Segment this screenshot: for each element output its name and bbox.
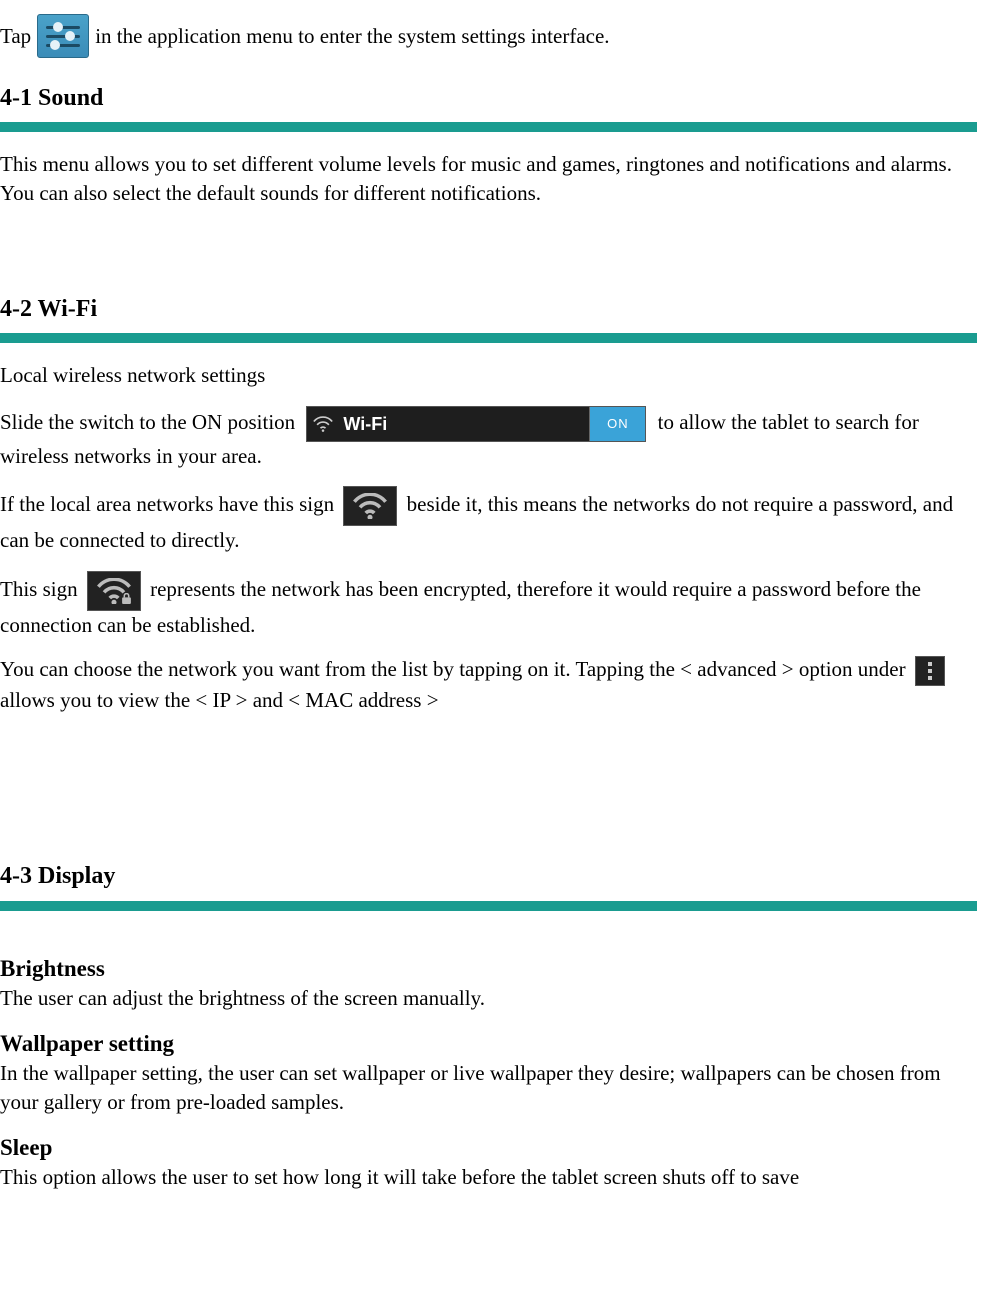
sleep-heading: Sleep (0, 1132, 983, 1163)
lock-icon (121, 593, 132, 604)
wifi-switch-paragraph: Slide the switch to the ON position Wi-F… (0, 406, 983, 470)
divider (0, 901, 977, 911)
wifi-lock-paragraph: This sign represents the network has bee… (0, 571, 983, 639)
wifi-line3-pre: If the local area networks have this sig… (0, 492, 334, 516)
display-heading: 4-3 Display (0, 860, 983, 892)
brightness-body: The user can adjust the brightness of th… (0, 984, 983, 1012)
wifi-line4-pre: This sign (0, 576, 78, 600)
wifi-toggle-state[interactable]: ON (589, 407, 645, 441)
wifi-icon (307, 416, 339, 432)
wifi-locked-icon (87, 571, 141, 611)
wifi-line5-pre: You can choose the network you want from… (0, 657, 906, 681)
divider (0, 122, 977, 132)
divider (0, 333, 977, 343)
wallpaper-heading: Wallpaper setting (0, 1028, 983, 1059)
wifi-line5-post: allows you to view the < IP > and < MAC … (0, 688, 439, 712)
intro-text-post: in the application menu to enter the sys… (95, 22, 609, 50)
wifi-advanced-paragraph: You can choose the network you want from… (0, 655, 983, 715)
sound-heading: 4-1 Sound (0, 82, 983, 114)
brightness-heading: Brightness (0, 953, 983, 984)
wifi-line2-pre: Slide the switch to the ON position (0, 410, 295, 434)
wifi-open-icon (343, 486, 397, 526)
intro-paragraph: Tap in the application menu to enter the… (0, 14, 983, 58)
wifi-heading: 4-2 Wi-Fi (0, 293, 983, 325)
settings-icon (37, 14, 89, 58)
wifi-line1: Local wireless network settings (0, 361, 983, 389)
overflow-menu-icon[interactable] (915, 656, 945, 686)
wifi-open-paragraph: If the local area networks have this sig… (0, 486, 983, 554)
wifi-toggle[interactable]: Wi-Fi ON (306, 406, 646, 442)
wallpaper-body: In the wallpaper setting, the user can s… (0, 1059, 983, 1116)
sound-body: This menu allows you to set different vo… (0, 150, 983, 207)
wifi-toggle-label: Wi-Fi (339, 412, 589, 436)
intro-text-pre: Tap (0, 22, 31, 50)
sleep-body: This option allows the user to set how l… (0, 1163, 983, 1191)
